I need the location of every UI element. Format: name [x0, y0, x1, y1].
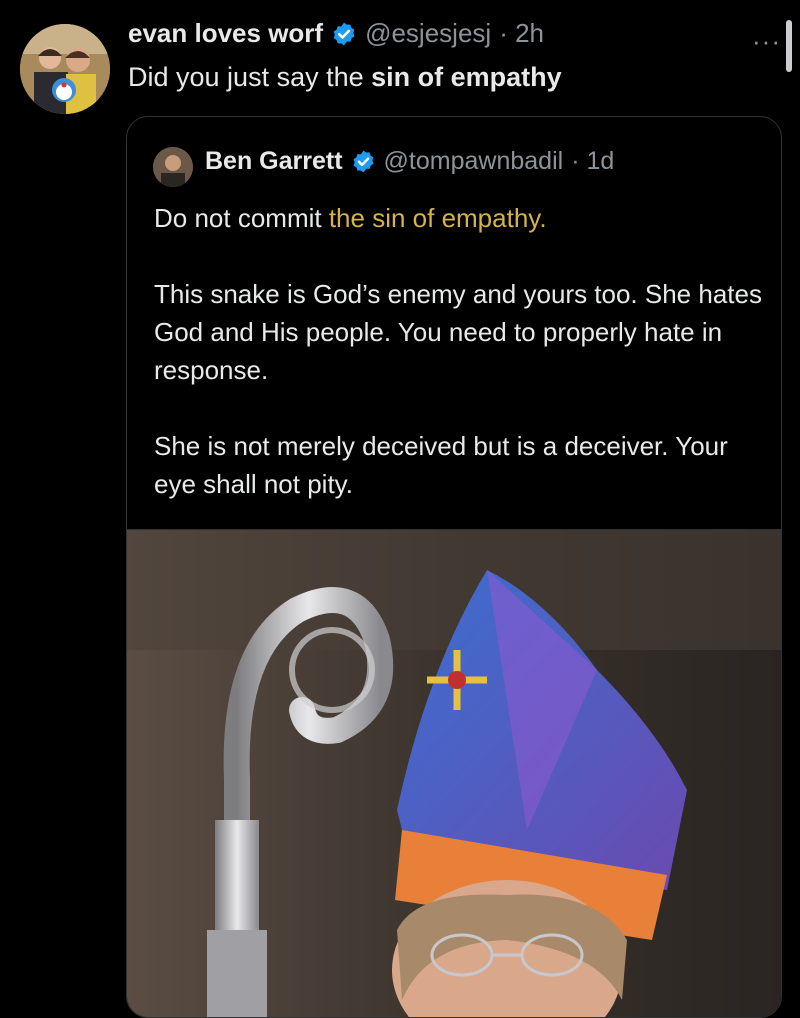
- quoted-text: Do not commit the sin of empathy. This s…: [154, 199, 764, 541]
- quoted-avatar[interactable]: [153, 147, 193, 187]
- avatar[interactable]: [20, 24, 110, 114]
- post-header: evan loves worf @esjesjesj · 2h: [128, 18, 544, 49]
- quoted-display-name[interactable]: Ben Garrett: [205, 147, 343, 176]
- quoted-highlight: the sin of empathy.: [328, 203, 547, 233]
- quoted-paragraph-3: She is not merely deceived but is a dece…: [154, 431, 728, 499]
- scrollbar[interactable]: [786, 20, 792, 72]
- quoted-paragraph-2: This snake is God’s enemy and yours too.…: [154, 279, 762, 385]
- quoted-handle[interactable]: @tompawnbadil: [384, 147, 564, 176]
- quoted-timestamp[interactable]: · 1d: [571, 147, 614, 176]
- verified-badge-icon: [353, 150, 374, 173]
- quoted-line-1-prefix: Do not commit: [154, 203, 329, 233]
- post-text-prefix: Did you just say the: [128, 62, 372, 92]
- display-name[interactable]: evan loves worf: [128, 18, 323, 49]
- handle[interactable]: @esjesjesj: [365, 18, 491, 49]
- post-text: Did you just say the sin of empathy: [128, 62, 562, 93]
- attached-photo[interactable]: [127, 529, 781, 1017]
- quoted-header: Ben Garrett @tompawnbadil · 1d: [205, 147, 614, 176]
- verified-badge-icon: [333, 22, 355, 45]
- timestamp[interactable]: · 2h: [499, 18, 544, 49]
- quoted-post[interactable]: Ben Garrett @tompawnbadil · 1d Do not co…: [126, 116, 782, 1018]
- more-options-icon[interactable]: ···: [752, 26, 781, 57]
- quoted-line-1: Do not commit the sin of empathy.: [154, 199, 764, 237]
- post-text-bold: sin of empathy: [371, 62, 562, 92]
